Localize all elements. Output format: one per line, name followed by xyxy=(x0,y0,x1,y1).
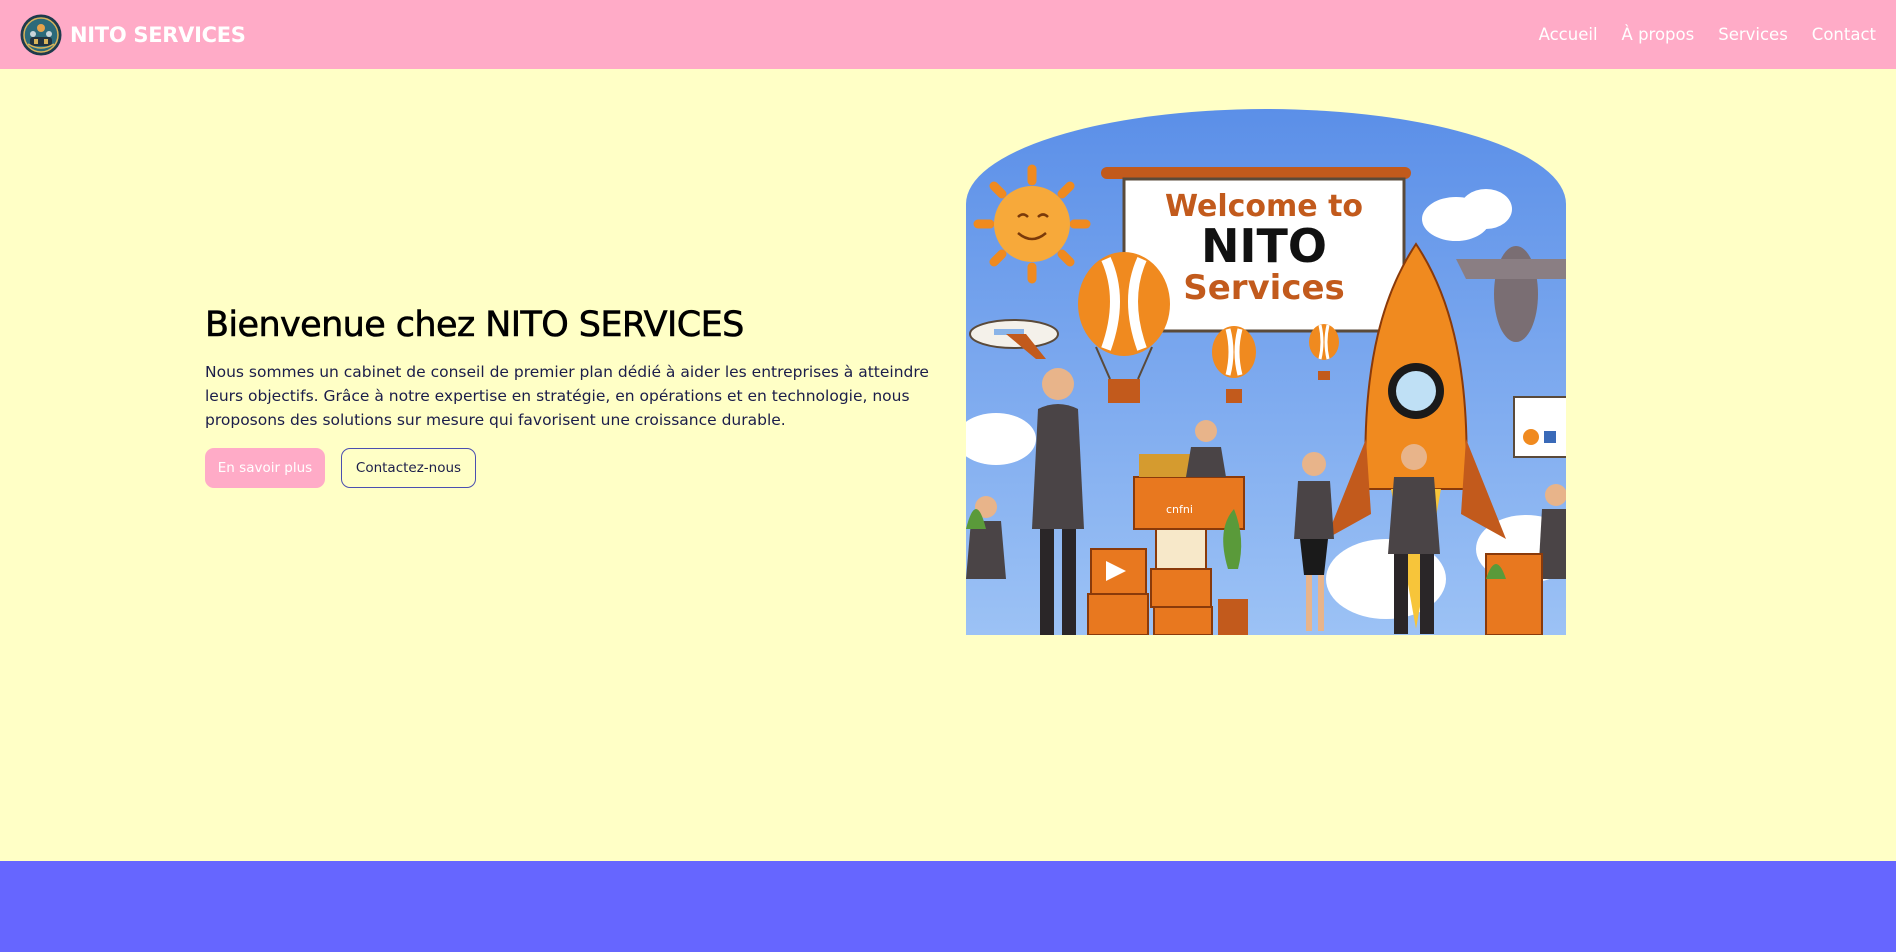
nav-link-contact[interactable]: Contact xyxy=(1812,25,1876,44)
learn-more-button[interactable]: En savoir plus xyxy=(205,448,325,488)
sun-icon xyxy=(973,164,1091,284)
footer-band xyxy=(0,861,1896,952)
banner-line-2: NITO xyxy=(1201,219,1327,273)
hero-title: Bienvenue chez NITO SERVICES xyxy=(205,305,745,346)
nav-link-a-propos[interactable]: À propos xyxy=(1622,25,1695,44)
brand-name: NITO SERVICES xyxy=(70,22,246,47)
nav-link-services[interactable]: Services xyxy=(1718,25,1788,44)
box-label: cnfni xyxy=(1166,503,1193,516)
nav-links: Accueil À propos Services Contact xyxy=(1539,25,1876,44)
hero-buttons: En savoir plus Contactez-nous xyxy=(205,448,945,488)
company-logo-icon xyxy=(20,14,62,55)
brand-link[interactable]: NITO SERVICES xyxy=(20,14,246,56)
hero-text: Bienvenue chez NITO SERVICES Nous sommes… xyxy=(205,304,945,488)
hero-description: Nous sommes un cabinet de conseil de pre… xyxy=(205,363,929,429)
welcome-illustration: Welcome to NITO Services cnfni xyxy=(966,109,1566,635)
presentation-board xyxy=(1513,396,1566,458)
navbar: NITO SERVICES Accueil À propos Services … xyxy=(0,0,1896,69)
banner-line-3: Services xyxy=(1183,268,1345,308)
nav-link-accueil[interactable]: Accueil xyxy=(1539,25,1598,44)
hero-illustration: Welcome to NITO Services cnfni xyxy=(966,109,1566,635)
contact-us-button[interactable]: Contactez-nous xyxy=(341,448,476,488)
